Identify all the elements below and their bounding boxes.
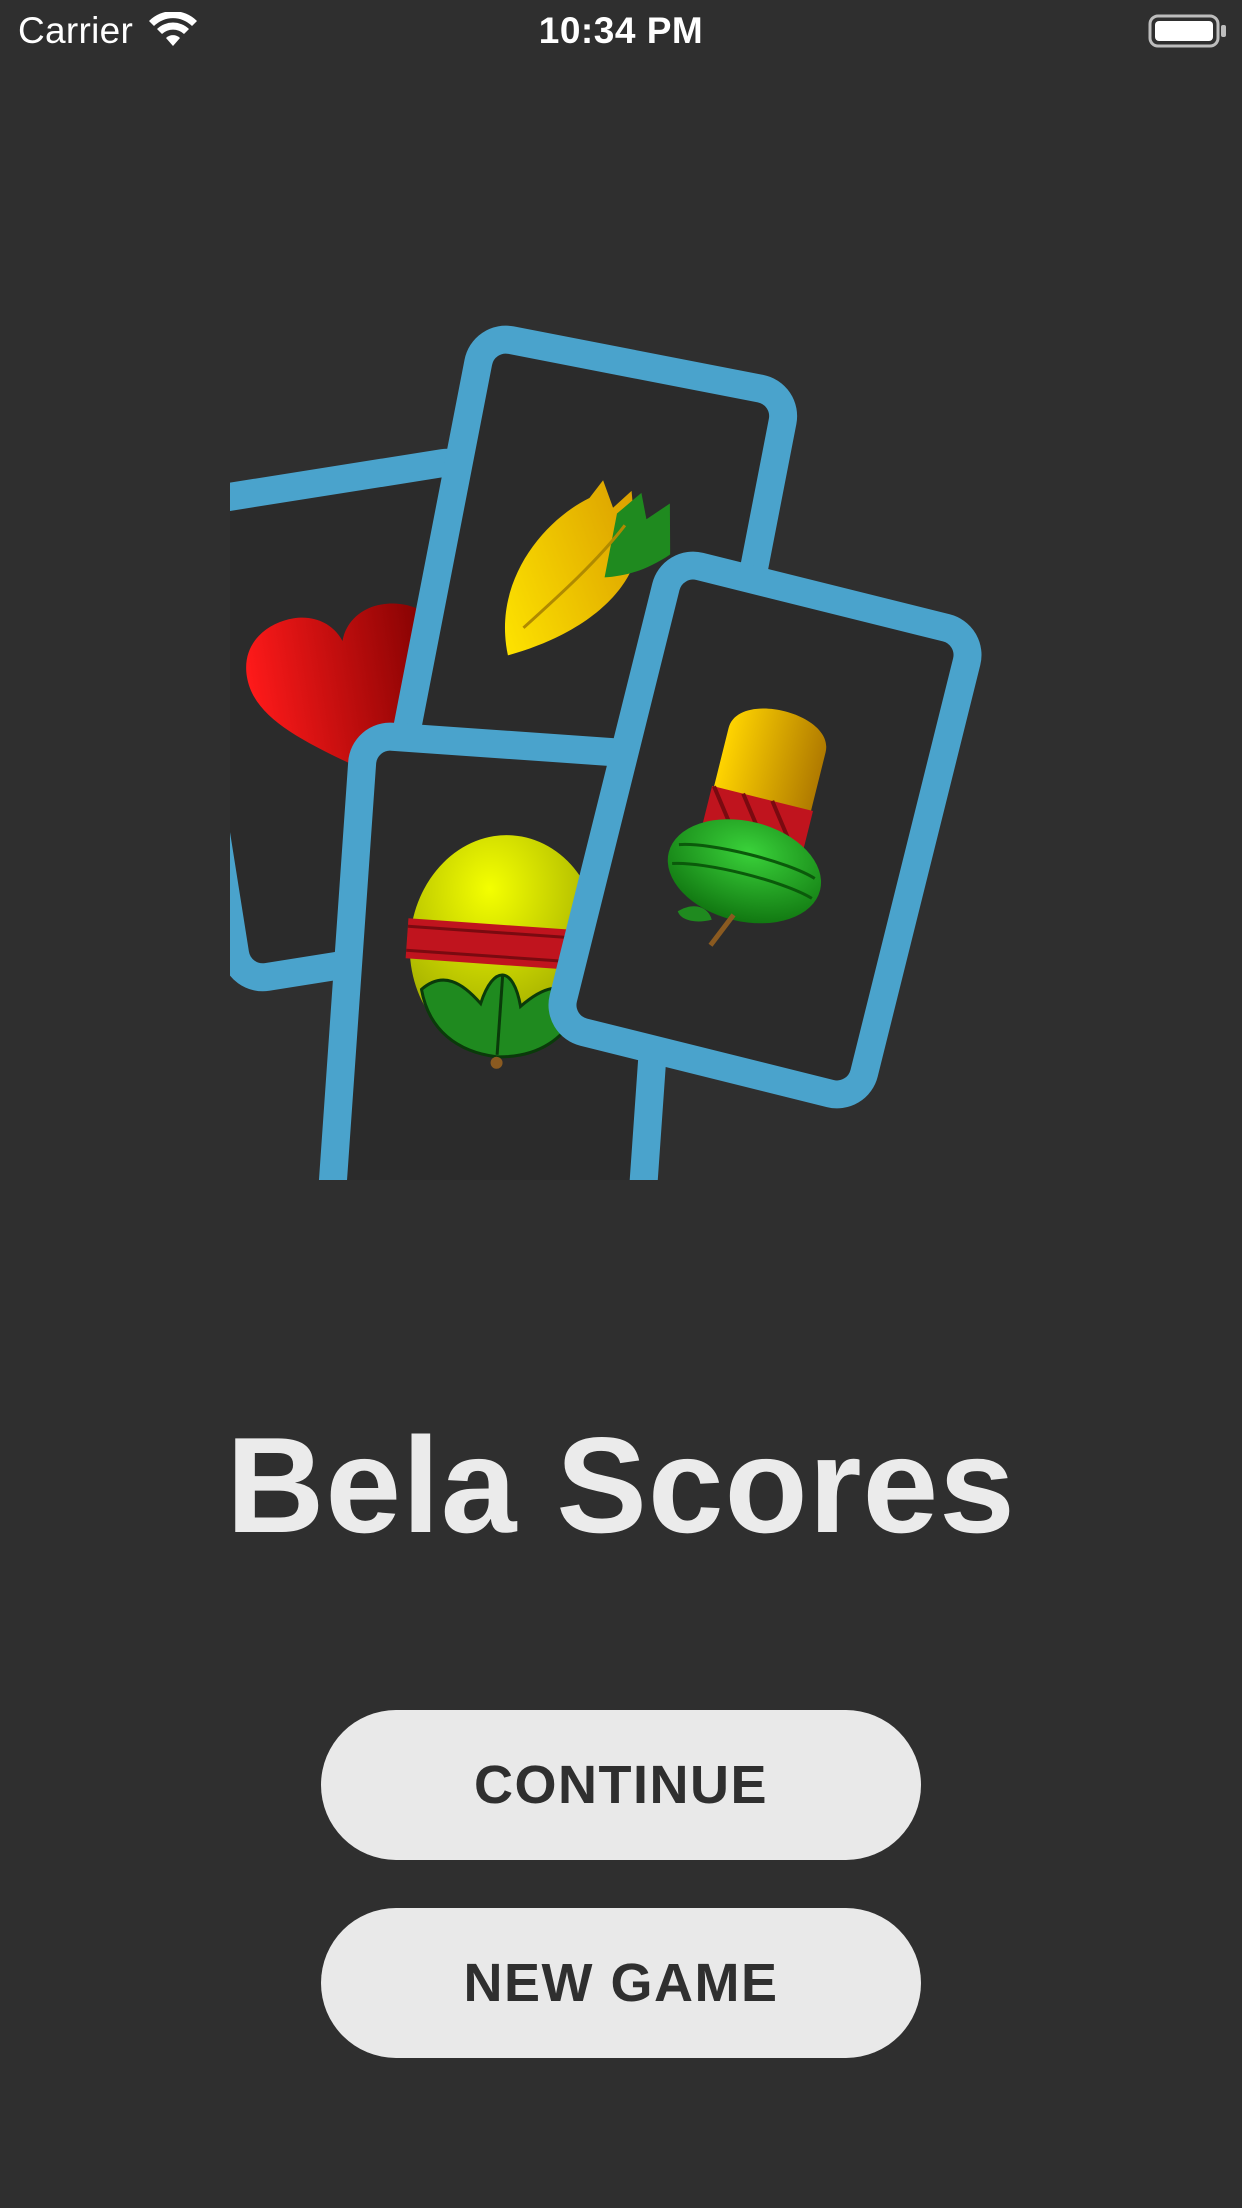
status-time: 10:34 PM — [538, 10, 704, 51]
status-bar: Carrier 10:34 PM — [0, 0, 1242, 62]
new-game-button[interactable]: NEW GAME — [321, 1908, 921, 2058]
app-title: Bela Scores — [226, 1409, 1016, 1561]
home-screen: Carrier 10:34 PM Bela Scores CONTINUE NE… — [0, 0, 1242, 2208]
continue-button[interactable]: CONTINUE — [321, 1710, 921, 1860]
playing-cards-logo — [230, 325, 982, 1180]
battery-icon — [1148, 14, 1226, 48]
